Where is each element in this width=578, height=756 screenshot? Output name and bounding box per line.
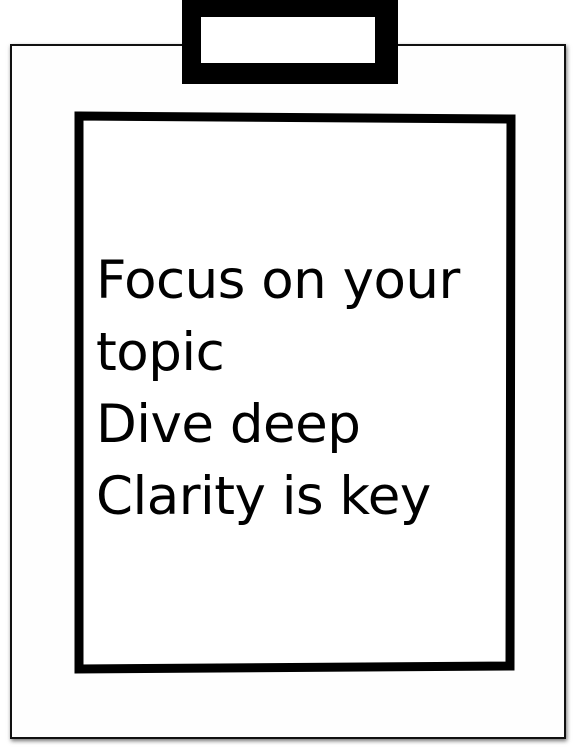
note-line-4: Clarity is key — [96, 466, 431, 527]
clipboard-clip-icon — [182, 0, 398, 84]
note-line-2: topic — [96, 322, 225, 383]
note-line-3: Dive deep — [96, 394, 361, 455]
note-line-1: Focus on your — [96, 250, 460, 311]
clip-hole — [201, 17, 375, 63]
note-text: Focus on your topic Dive deep Clarity is… — [96, 245, 506, 533]
